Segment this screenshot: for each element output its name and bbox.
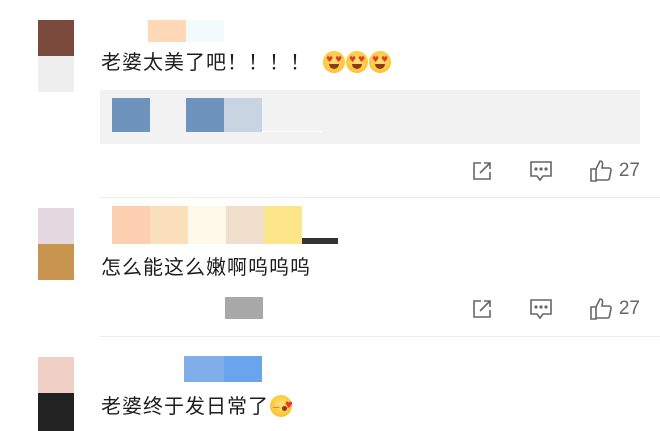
like-count: 27: [618, 160, 640, 181]
comment-text: 怎么能这么嫩啊呜呜呜: [101, 253, 311, 281]
avatar[interactable]: [38, 20, 74, 92]
share-button[interactable]: [471, 160, 493, 182]
like-count: 27: [618, 298, 640, 319]
divider: [100, 197, 660, 198]
comment-text-content: 老婆终于发日常了: [101, 394, 269, 418]
comment-text: 老婆终于发日常了 ‿ ‿ ♥: [101, 392, 293, 420]
like-button[interactable]: 27: [589, 159, 640, 183]
reply-icon: [530, 299, 552, 320]
redacted-block: [186, 98, 224, 132]
share-button[interactable]: [471, 298, 493, 320]
quoted-content-box[interactable]: [100, 90, 640, 144]
redacted-block: [224, 98, 262, 132]
heart-eyes-emoji: ♥ ♥: [346, 51, 368, 73]
redacted-block: [225, 297, 263, 319]
share-icon: [473, 162, 491, 180]
share-icon: [473, 300, 491, 318]
comment-actions: 27: [471, 296, 640, 322]
redacted-line: [262, 131, 322, 132]
reply-button[interactable]: [529, 298, 553, 320]
comment-text-content: 怎么能这么嫩啊呜呜呜: [101, 255, 311, 279]
thumbs-up-icon: [590, 160, 612, 182]
username-redacted[interactable]: [104, 356, 262, 382]
comment-text: 老婆太美了吧！！！！ ♥ ♥ ♥ ♥ ♥ ♥: [101, 48, 391, 76]
avatar[interactable]: [38, 208, 74, 280]
comment-actions: 27: [471, 158, 640, 184]
redacted-block: [112, 98, 150, 132]
username-redacted[interactable]: [112, 206, 338, 244]
divider: [100, 336, 660, 337]
heart-eyes-emoji: ♥ ♥: [369, 51, 391, 73]
thumbs-up-icon: [590, 298, 612, 320]
like-button[interactable]: 27: [589, 297, 640, 321]
reply-button[interactable]: [529, 160, 553, 182]
heart-eyes-emoji: ♥ ♥: [323, 51, 345, 73]
kiss-emoji: ‿ ‿ ♥: [270, 395, 293, 417]
username-redacted[interactable]: [148, 20, 224, 42]
comment-text-content: 老婆太美了吧！！！！: [101, 50, 311, 74]
avatar[interactable]: [38, 357, 74, 431]
reply-icon: [530, 161, 552, 182]
